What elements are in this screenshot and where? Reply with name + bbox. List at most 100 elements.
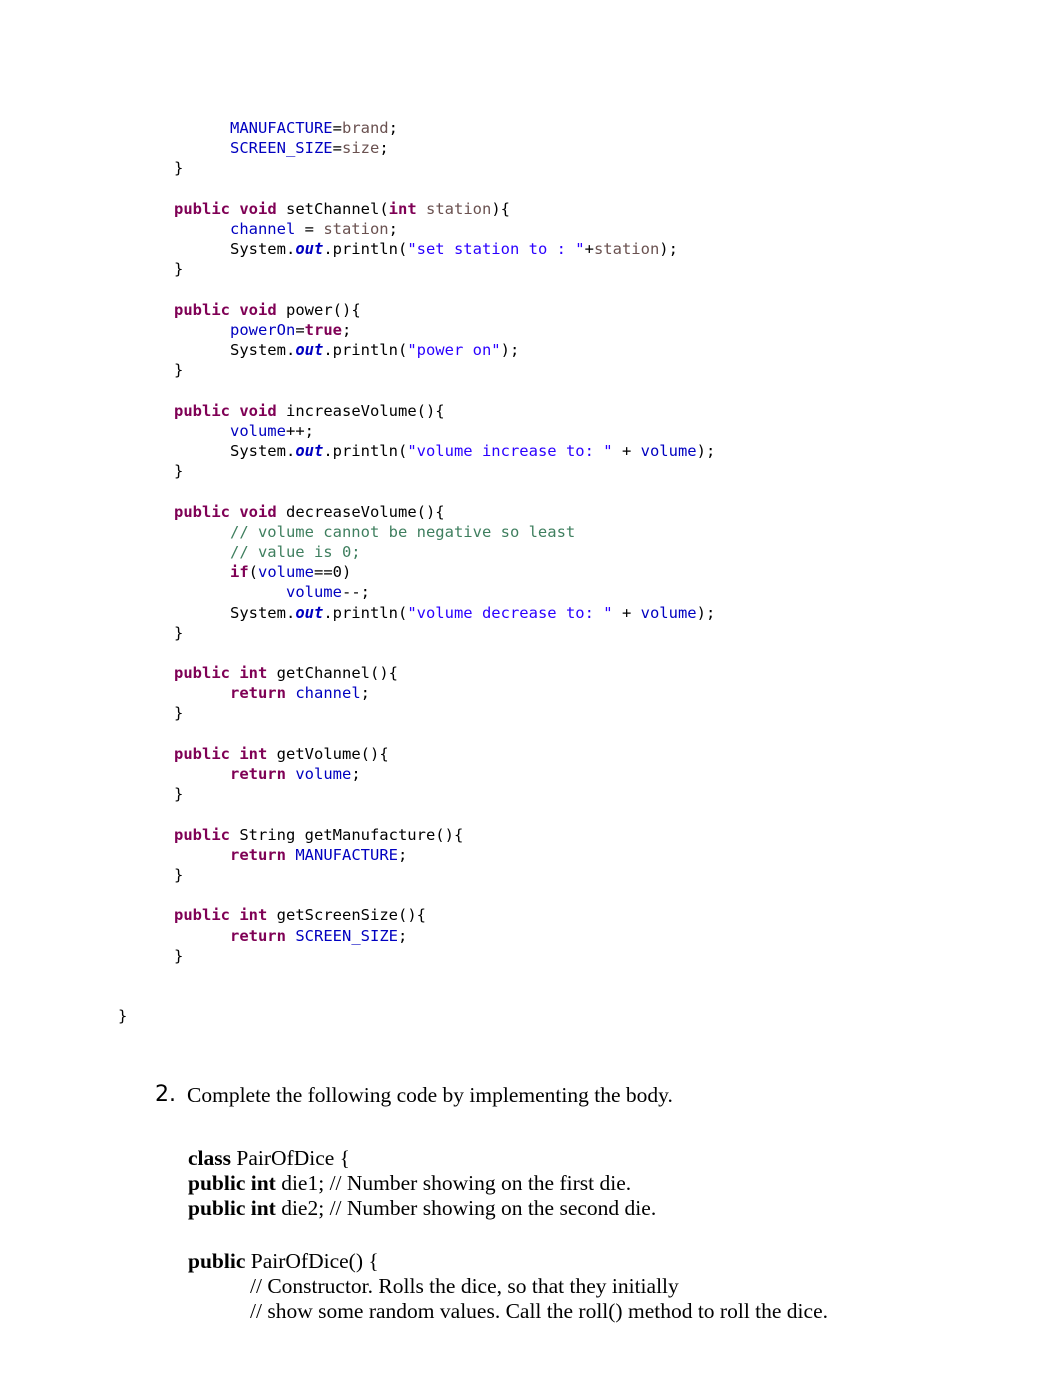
code-token: size: [341, 139, 380, 158]
code-token: int: [388, 199, 417, 218]
code-token: return: [229, 765, 286, 783]
code-token: int: [239, 744, 268, 763]
code-token: powerOn: [229, 320, 296, 339]
code-token: public: [174, 300, 230, 319]
code-token: =: [332, 119, 342, 137]
code-line: System.out.println("volume increase to: …: [0, 441, 1062, 461]
code-token: "set station to : ": [407, 240, 585, 259]
code-token: channel: [229, 219, 296, 238]
code-line: }: [0, 158, 1062, 178]
code-token: .println(: [323, 240, 408, 259]
code-token: }: [118, 1007, 128, 1026]
code-token: int: [239, 664, 268, 683]
code-token: (: [248, 563, 258, 582]
code-line: }: [0, 946, 1062, 966]
code-token: ;: [341, 320, 352, 339]
code-line: public int getScreenSize(){: [0, 905, 1062, 925]
snippet-token: die1; // Number showing on the first die…: [281, 1171, 632, 1195]
code-token: --;: [341, 583, 370, 602]
question-2-code-snippet: class PairOfDice {public int die1; // Nu…: [188, 1146, 1062, 1324]
code-token: increaseVolume(){: [276, 401, 445, 420]
code-line: }: [0, 703, 1062, 723]
code-token: getVolume(){: [267, 744, 389, 763]
code-line: public void increaseVolume(){: [0, 401, 1062, 421]
code-token: MANUFACTURE: [295, 845, 398, 864]
code-token: volume: [285, 583, 342, 602]
code-token: ;: [360, 684, 370, 703]
code-line: public void setChannel(int station){: [0, 199, 1062, 219]
code-line: if(volume==0): [0, 562, 1062, 582]
code-token: =: [295, 219, 324, 238]
code-token: volume: [229, 421, 286, 440]
code-line: }: [0, 865, 1062, 885]
code-token: public: [174, 825, 230, 844]
question-prompt-text: Complete the following code by implement…: [187, 1083, 673, 1107]
java-code-listing: MANUFACTURE=brand; SCREEN_SIZE=size; } p…: [0, 118, 1062, 1026]
code-token: );: [696, 603, 716, 622]
code-token: =: [332, 139, 342, 158]
code-line: volume--;: [0, 582, 1062, 602]
code-token: String getManufacture(){: [230, 825, 464, 844]
code-token: return: [229, 926, 286, 945]
code-token: ;: [388, 119, 398, 137]
code-line: System.out.println("set station to : "+s…: [0, 239, 1062, 259]
code-line: }: [0, 360, 1062, 380]
code-token: true: [304, 320, 342, 339]
code-line: channel = station;: [0, 219, 1062, 239]
code-line: public int getChannel(){: [0, 663, 1062, 683]
code-token: "volume decrease to: ": [407, 603, 613, 622]
snippet-line: class PairOfDice {: [188, 1146, 1062, 1171]
code-token: ;: [397, 845, 408, 864]
code-token: // volume cannot be negative so least: [229, 522, 576, 541]
code-token: System.: [229, 240, 296, 259]
snippet-line: public int die1; // Number showing on th…: [188, 1171, 1062, 1196]
snippet-token: PairOfDice() {: [250, 1249, 379, 1273]
code-token: return: [229, 684, 286, 703]
code-token: channel: [295, 684, 361, 703]
code-token: station: [323, 219, 389, 238]
code-token: );: [500, 341, 520, 360]
code-token: System.: [229, 341, 296, 360]
code-token: System.: [229, 442, 296, 460]
code-line: // volume cannot be negative so least: [0, 522, 1062, 542]
code-line: return SCREEN_SIZE;: [0, 926, 1062, 946]
code-token: "volume increase to: ": [407, 442, 613, 460]
code-line: System.out.println("power on");: [0, 340, 1062, 360]
code-token: }: [174, 946, 184, 965]
snippet-line: public int die2; // Number showing on th…: [188, 1196, 1062, 1221]
code-token: +: [612, 603, 641, 622]
snippet-token: public int: [188, 1196, 282, 1220]
code-token: }: [174, 704, 184, 723]
code-line: }: [0, 259, 1062, 279]
code-line: }: [0, 784, 1062, 804]
code-token: +: [584, 240, 594, 259]
snippet-line: public PairOfDice() {: [188, 1249, 1062, 1274]
code-token: out: [295, 341, 324, 360]
code-token: ){: [491, 199, 510, 218]
code-token: .println(: [323, 603, 408, 622]
code-line: return channel;: [0, 683, 1062, 703]
code-line: public void power(){: [0, 300, 1062, 320]
code-token: );: [659, 240, 678, 259]
code-token: if: [229, 563, 249, 582]
code-token: decreaseVolume(){: [276, 502, 445, 521]
snippet-token: die2; // Number showing on the second di…: [281, 1196, 657, 1220]
snippet-token: // Constructor. Rolls the dice, so that …: [250, 1274, 679, 1298]
code-line: public void decreaseVolume(){: [0, 502, 1062, 522]
code-line: public int getVolume(){: [0, 744, 1062, 764]
code-token: );: [696, 442, 716, 460]
code-token: out: [295, 603, 324, 622]
code-token: station: [426, 199, 492, 218]
